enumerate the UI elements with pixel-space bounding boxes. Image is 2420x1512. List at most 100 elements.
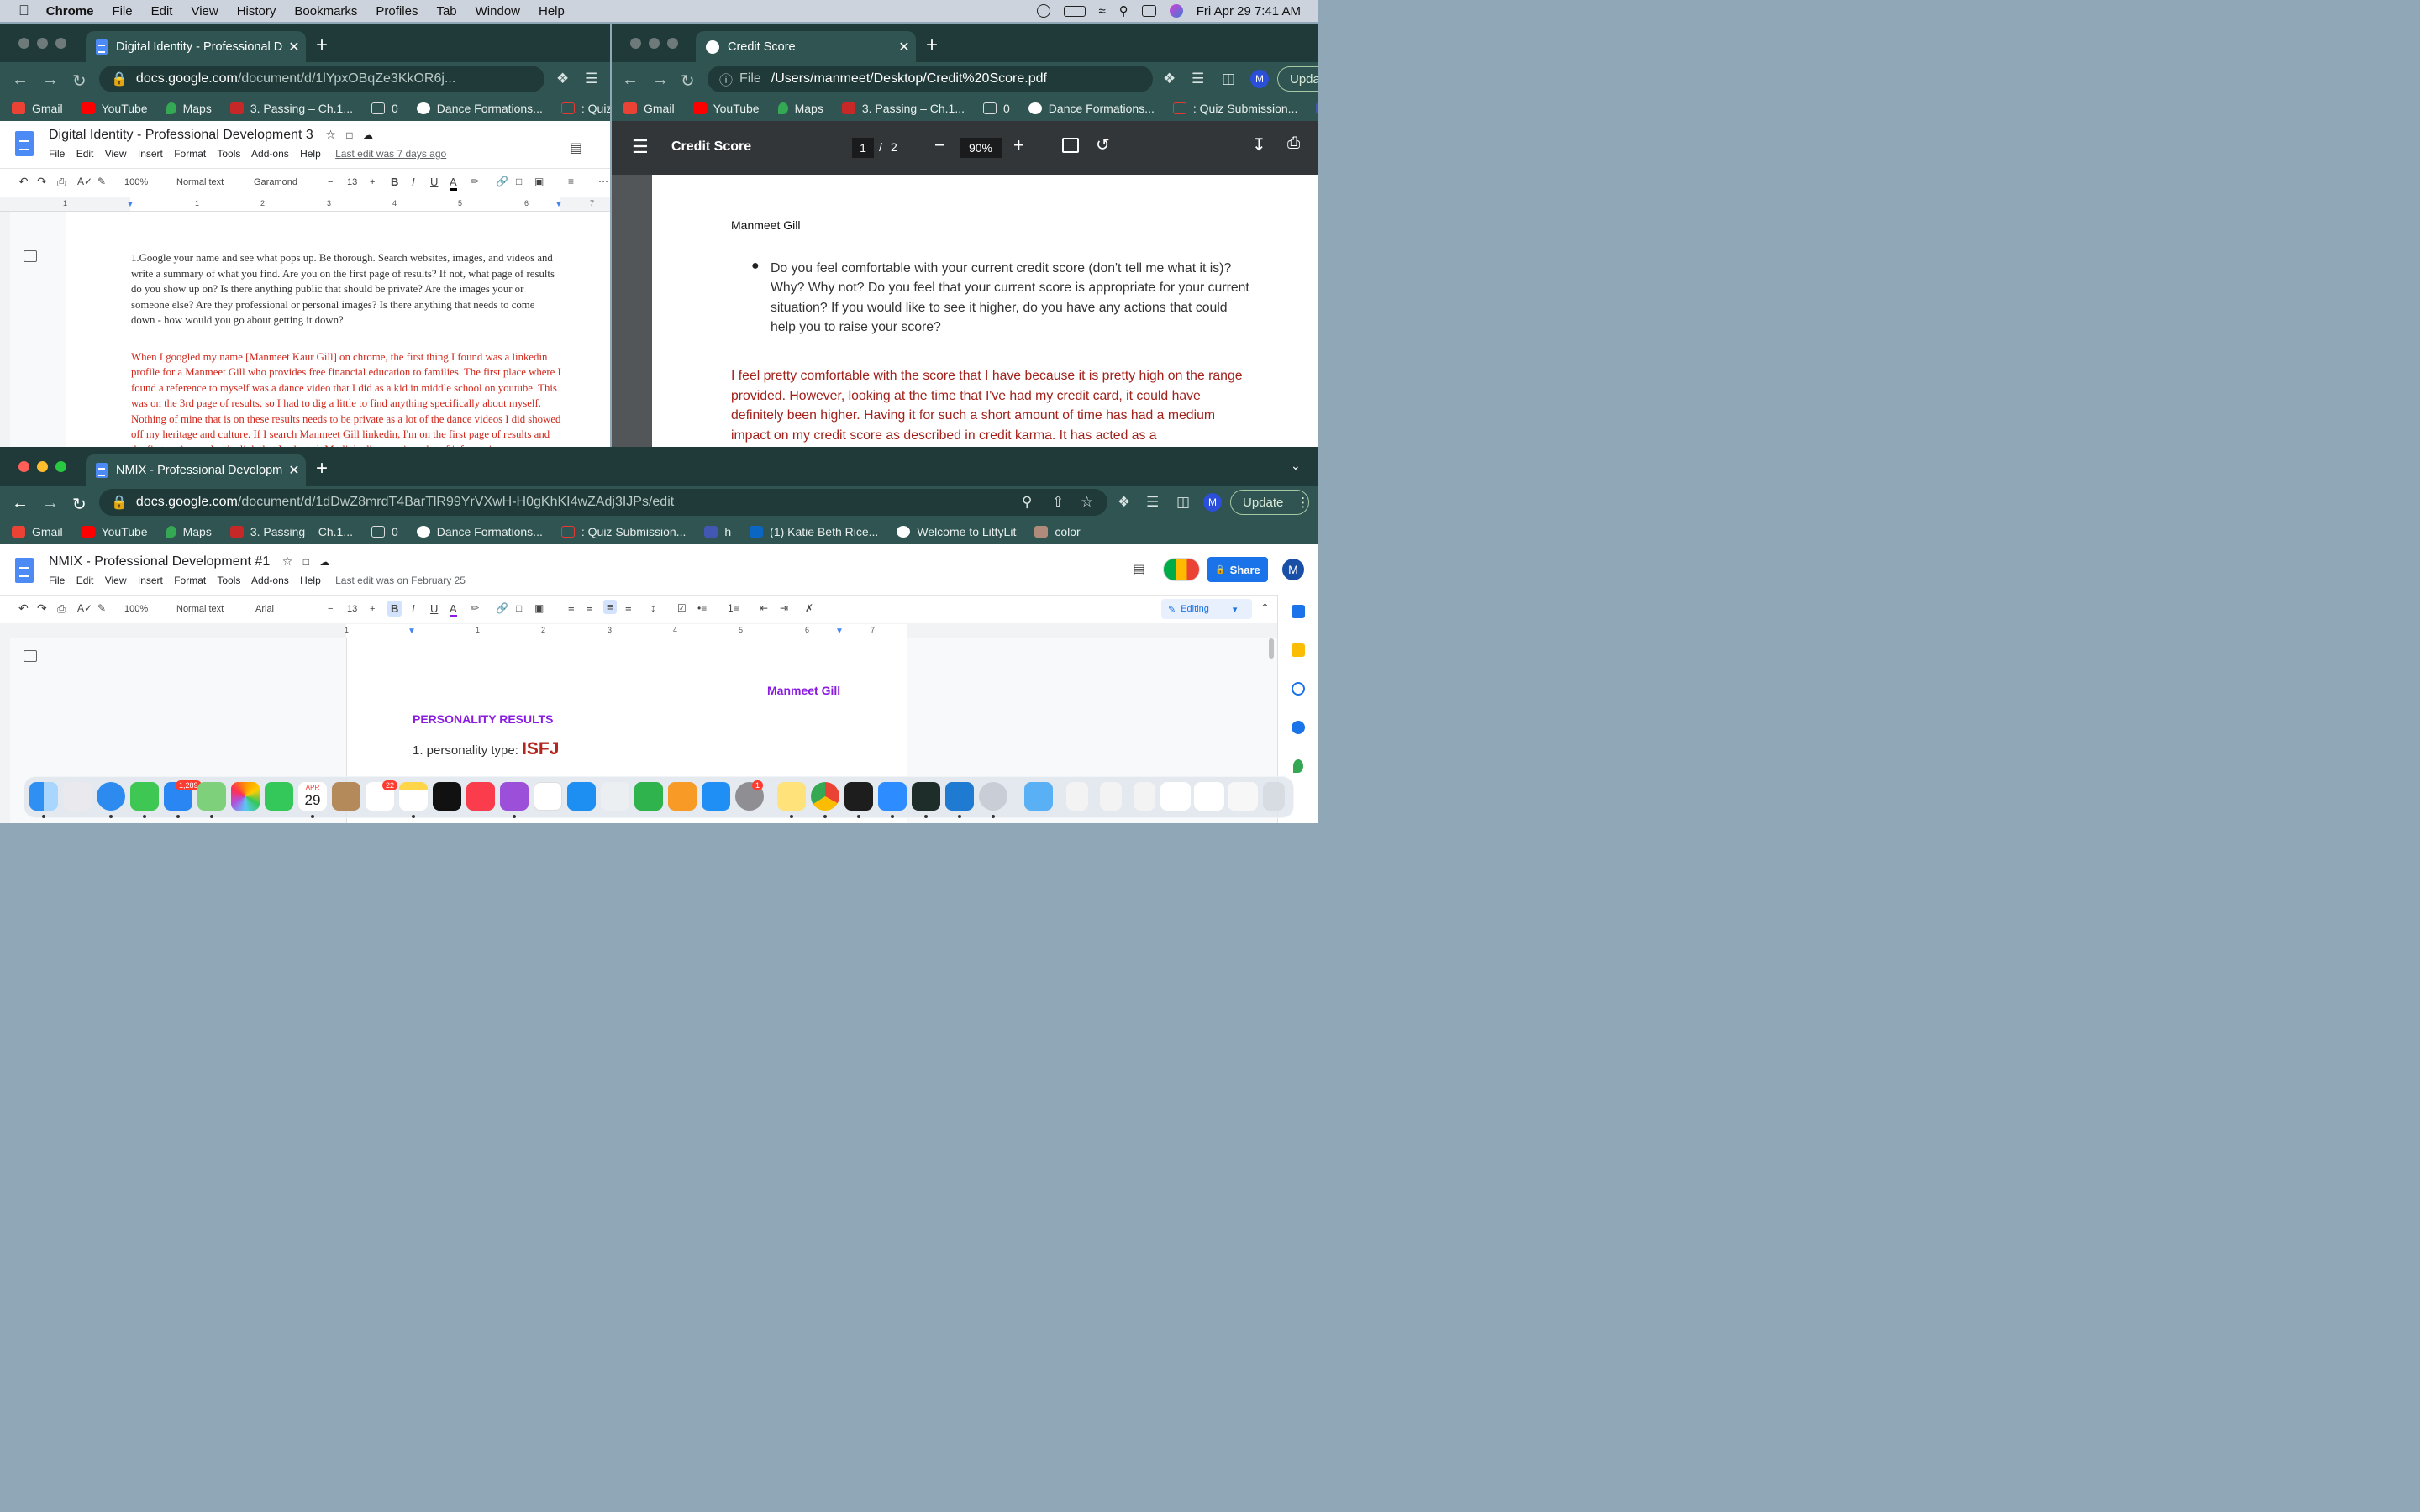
increase-indent-icon[interactable]: ⇥ [780, 602, 788, 614]
star-icon[interactable]: ☆ [325, 128, 336, 141]
answer-paragraph[interactable]: When I googled my name [Manmeet Kaur Gil… [131, 349, 561, 447]
zoom-icon[interactable]: ⚲ [1022, 494, 1032, 511]
pdf-menu-icon[interactable]: ☰ [632, 136, 649, 158]
bold-icon[interactable]: B [391, 176, 398, 188]
close-tab-icon[interactable]: ✕ [282, 462, 306, 479]
stickies-icon[interactable] [777, 782, 806, 811]
update-button[interactable]: Upda [1277, 66, 1318, 92]
bookmark-dance-formations[interactable]: Dance Formations... [1028, 102, 1155, 115]
font-size-input[interactable]: 13 [347, 604, 357, 614]
docs-menu-addons[interactable]: Add-ons [251, 148, 289, 160]
messages-icon[interactable] [130, 782, 159, 811]
docs-menu-addons[interactable]: Add-ons [251, 575, 289, 586]
question-paragraph[interactable]: 1.Google your name and see what pops up.… [131, 250, 561, 328]
settings-gear-icon[interactable] [979, 782, 1007, 811]
update-button[interactable]: Update ⋮ [1230, 490, 1309, 515]
paint-format-icon[interactable]: ✎ [97, 176, 106, 187]
zoom-in-icon[interactable]: + [1013, 134, 1024, 156]
rotate-icon[interactable]: ↺ [1096, 134, 1110, 155]
media-controls-icon[interactable]: ☰ [1146, 494, 1159, 511]
media-controls-icon[interactable]: ☰ [585, 71, 597, 87]
cloud-status-icon[interactable]: ☁ [319, 556, 329, 568]
address-bar[interactable]: ⓘ File /Users/manmeet/Desktop/Credit%20S… [708, 66, 1153, 92]
personality-item[interactable]: 1. personality type: ISFJ [413, 739, 559, 759]
comments-icon[interactable]: ▤ [1133, 561, 1145, 578]
music-icon[interactable] [466, 782, 495, 811]
move-folder-icon[interactable]: □ [303, 556, 309, 568]
print-icon[interactable]: ⎙ [1287, 134, 1300, 153]
docs-menu-tools[interactable]: Tools [217, 148, 240, 160]
menubar-clock[interactable]: Fri Apr 29 7:41 AM [1197, 4, 1301, 18]
menubar-item-profiles[interactable]: Profiles [376, 4, 418, 18]
back-arrow-icon[interactable]: ← [12, 71, 29, 90]
menubar-item-edit[interactable]: Edit [151, 4, 173, 18]
calendar-icon[interactable]: APR 29 [298, 782, 327, 811]
docs-menu-edit[interactable]: Edit [76, 148, 94, 160]
spellcheck-icon[interactable]: A✓ [77, 176, 92, 187]
minimize-window-button[interactable] [37, 38, 48, 49]
bookmark-quiz[interactable]: : Quiz Submission... [1172, 102, 1297, 115]
app-store-icon[interactable] [702, 782, 730, 811]
tab-credit-score[interactable]: Credit Score ✕ [696, 31, 916, 62]
bookmark-calculator[interactable]: 0 [983, 102, 1010, 115]
minimized-window-thumbnail-6[interactable] [1228, 782, 1258, 811]
docs-menu-view[interactable]: View [105, 575, 127, 586]
justify-icon[interactable]: ≡ [625, 601, 632, 614]
bookmark-calculator[interactable]: 0 [371, 102, 398, 115]
link-icon[interactable]: 🔗 [496, 602, 508, 614]
paint-format-icon[interactable]: ✎ [97, 602, 106, 614]
reload-icon[interactable]: ↻ [72, 494, 87, 515]
bold-icon[interactable]: B [387, 601, 402, 617]
docs-menu-file[interactable]: File [49, 148, 65, 160]
more-menu-icon[interactable]: ⋮ [1297, 495, 1309, 510]
docs-menu-view[interactable]: View [105, 148, 127, 160]
star-icon[interactable]: ☆ [282, 554, 293, 568]
highlight-icon[interactable]: ✏ [471, 176, 479, 187]
menubar-item-view[interactable]: View [191, 4, 218, 18]
bookmark-linkedin[interactable]: (1) Katie Beth Rice... [750, 525, 878, 538]
zoom-window-button[interactable] [55, 461, 66, 472]
bookmark-passing[interactable]: 3. Passing – Ch.1... [229, 102, 353, 115]
image-icon[interactable]: ▣ [534, 176, 544, 187]
move-folder-icon[interactable]: □ [346, 129, 352, 141]
redo-icon[interactable]: ↷ [37, 175, 47, 189]
safari-icon[interactable] [97, 782, 125, 811]
comments-icon[interactable]: ▤ [570, 139, 582, 156]
apple-menu-icon[interactable]:  [18, 3, 29, 19]
wifi-icon[interactable]: ≈ [1099, 4, 1106, 18]
activity-monitor-icon[interactable] [912, 782, 940, 811]
bookmark-dance-formations[interactable]: Dance Formations... [416, 525, 543, 538]
tab-nmix[interactable]: NMIX - Professional Developme ✕ [86, 454, 306, 486]
italic-icon[interactable]: I [412, 176, 415, 188]
share-page-icon[interactable]: ⇧ [1052, 494, 1064, 511]
font-select[interactable]: Arial [255, 604, 274, 614]
bookmark-gmail[interactable]: Gmail [623, 102, 675, 115]
bookmark-maps[interactable]: Maps [166, 525, 212, 538]
image-icon[interactable]: ▣ [534, 602, 544, 614]
document-outline-icon[interactable] [24, 650, 37, 662]
minimize-window-button[interactable] [649, 38, 660, 49]
extensions-icon[interactable]: ❖ [1163, 71, 1176, 87]
docs-menu-help[interactable]: Help [300, 575, 321, 586]
news-icon[interactable] [534, 782, 562, 811]
increase-font-size-icon[interactable]: + [370, 604, 375, 614]
back-arrow-icon[interactable]: ← [12, 494, 29, 513]
calendar-icon[interactable] [1292, 605, 1305, 618]
personality-heading[interactable]: PERSONALITY RESULTS [413, 712, 554, 726]
document-outline-icon[interactable] [24, 250, 37, 262]
docs-menu-edit[interactable]: Edit [76, 575, 94, 586]
menubar-item-window[interactable]: Window [476, 4, 520, 18]
vscode-icon[interactable] [945, 782, 974, 811]
bookmark-quiz[interactable]: : Quiz Su [560, 102, 610, 115]
placeholder-app-icon[interactable] [601, 782, 629, 811]
docs-menu-insert[interactable]: Insert [138, 575, 163, 586]
docs-menu-format[interactable]: Format [174, 575, 206, 586]
doc-title[interactable]: NMIX - Professional Development #1 ☆ □ ☁ [49, 554, 329, 570]
menubar-item-help[interactable]: Help [539, 4, 565, 18]
checklist-icon[interactable]: ☑ [677, 602, 687, 614]
extensions-icon[interactable]: ❖ [556, 71, 569, 87]
bookmark-littylit[interactable]: Welcome to LittyLit [897, 525, 1016, 538]
highlight-icon[interactable]: ✏ [471, 602, 479, 614]
launchpad-icon[interactable] [63, 782, 92, 811]
bookmark-h[interactable]: h [704, 525, 731, 538]
